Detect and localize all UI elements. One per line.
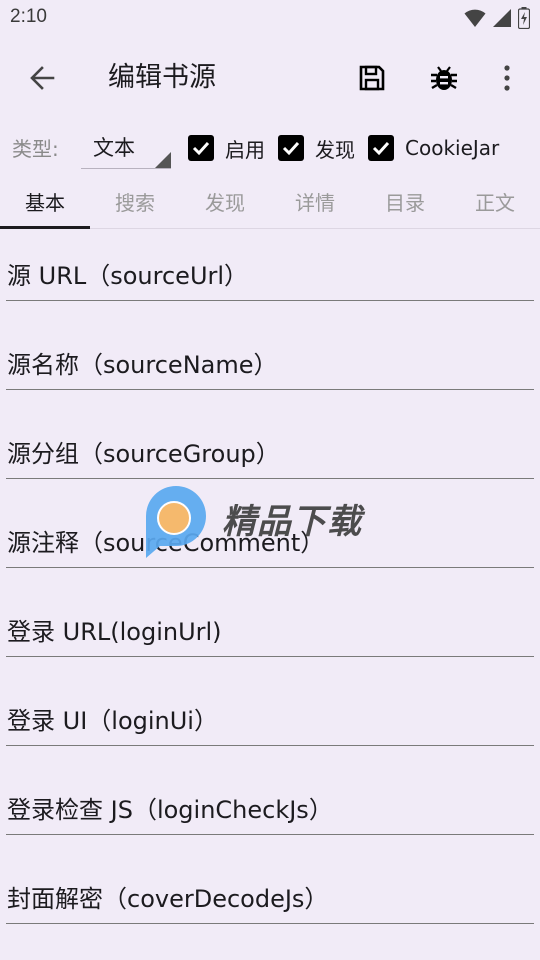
tab-toc[interactable]: 目录 [360, 176, 450, 228]
page-title: 编辑书源 [108, 62, 216, 93]
login-ui-field[interactable]: 登录 UI（loginUi） [6, 697, 534, 746]
enable-checkbox-label: 启用 [225, 137, 265, 162]
checkbox-checked-icon [368, 135, 394, 161]
enable-checkbox[interactable]: 启用 [188, 134, 265, 162]
tab-label: 目录 [385, 191, 425, 215]
discover-checkbox-label: 发现 [315, 137, 355, 162]
field-hint: 登录 UI（loginUi） [7, 707, 218, 735]
tab-basic[interactable]: 基本 [0, 176, 90, 229]
checkbox-checked-icon [278, 135, 304, 161]
tab-label: 正文 [475, 191, 515, 215]
field-hint: 登录 URL(loginUrl) [7, 618, 222, 646]
discover-checkbox[interactable]: 发现 [278, 134, 355, 162]
type-label: 类型: [12, 137, 59, 161]
type-select[interactable]: 文本 [81, 130, 171, 169]
tab-label: 搜索 [115, 191, 155, 215]
dropdown-arrow-icon [155, 152, 171, 168]
login-check-js-field[interactable]: 登录检查 JS（loginCheckJs） [6, 786, 534, 835]
field-hint: 登录检查 JS（loginCheckJs） [7, 796, 333, 824]
cookiejar-checkbox-label: CookieJar [405, 136, 500, 160]
tab-label: 基本 [25, 191, 65, 215]
save-icon [359, 65, 385, 91]
cover-decode-js-field[interactable]: 封面解密（coverDecodeJs） [6, 875, 534, 924]
tab-label: 详情 [295, 191, 335, 215]
cellular-signal-icon [493, 9, 511, 27]
field-hint: 源分组（sourceGroup） [7, 440, 280, 468]
tab-discover[interactable]: 发现 [180, 176, 270, 228]
more-vert-icon [504, 65, 510, 91]
source-group-field[interactable]: 源分组（sourceGroup） [6, 430, 534, 479]
tab-detail[interactable]: 详情 [270, 176, 360, 228]
save-button[interactable] [352, 58, 392, 98]
field-hint: 源 URL（sourceUrl） [7, 262, 249, 290]
app-bar: 编辑书源 [0, 36, 540, 122]
status-time: 2:10 [10, 6, 47, 27]
watermark-logo-icon [146, 486, 206, 558]
wifi-icon [464, 9, 486, 27]
bug-icon [431, 66, 457, 90]
field-hint: 封面解密（coverDecodeJs） [7, 885, 329, 913]
login-url-field[interactable]: 登录 URL(loginUrl) [6, 608, 534, 657]
tab-content[interactable]: 正文 [450, 176, 540, 228]
cookiejar-checkbox[interactable]: CookieJar [368, 134, 499, 162]
field-hint: 源名称（sourceName） [7, 351, 278, 379]
back-arrow-icon [30, 66, 55, 90]
options-row: 类型: 文本 启用 发现 CookieJar [0, 122, 540, 174]
watermark-text: 精品下载 [222, 502, 362, 542]
tab-bar: 基本 搜索 发现 详情 目录 正文 [0, 176, 540, 229]
back-button[interactable] [22, 58, 62, 98]
debug-button[interactable] [424, 58, 464, 98]
tab-search[interactable]: 搜索 [90, 176, 180, 228]
tab-label: 发现 [205, 191, 245, 215]
battery-icon [518, 7, 530, 29]
source-url-field[interactable]: 源 URL（sourceUrl） [6, 252, 534, 301]
source-name-field[interactable]: 源名称（sourceName） [6, 341, 534, 390]
checkbox-checked-icon [188, 135, 214, 161]
status-bar: 2:10 [0, 0, 540, 36]
type-select-value: 文本 [93, 136, 135, 160]
watermark: 精品下载 [138, 486, 368, 562]
status-icons [464, 6, 530, 30]
more-options-button[interactable] [487, 58, 527, 98]
tab-indicator [0, 226, 90, 229]
